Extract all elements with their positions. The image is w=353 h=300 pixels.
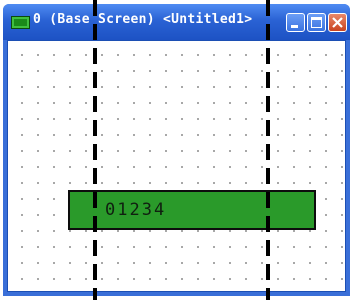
maximize-button[interactable] <box>307 13 326 32</box>
close-button[interactable] <box>328 13 347 32</box>
title-bar[interactable]: 0 (Base Screen) <Untitled1> <box>3 4 350 40</box>
maximize-icon <box>311 17 322 28</box>
screen-icon <box>11 16 30 29</box>
minimize-button[interactable] <box>286 13 305 32</box>
numeric-display[interactable]: 01234 <box>68 190 316 230</box>
left-cut-guide-line <box>93 0 97 300</box>
editor-window: 0 (Base Screen) <Untitled1> 01234 <box>3 4 350 296</box>
window-title: 0 (Base Screen) <Untitled1> <box>33 12 253 27</box>
minimize-icon <box>291 25 298 28</box>
screen-canvas[interactable]: 01234 <box>7 40 346 292</box>
numeric-display-value: 01234 <box>105 200 167 220</box>
close-icon <box>332 17 343 28</box>
right-cut-guide-line <box>266 0 270 300</box>
